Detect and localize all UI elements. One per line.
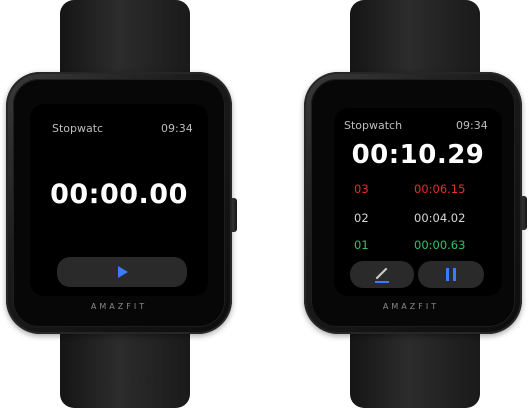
status-clock: 09:34 xyxy=(456,119,488,132)
right-watch-screen: Stopwatch 09:34 00:10.29 03 00:06.15 02 … xyxy=(334,108,502,296)
lap-number: 03 xyxy=(354,182,369,196)
stopwatch-elapsed-time: 00:10.29 xyxy=(351,140,485,170)
lap-time: 00:06.15 xyxy=(414,182,466,196)
app-title: Stopwatc xyxy=(52,122,104,135)
left-watch-brand: AMAZFIT xyxy=(90,302,148,311)
lap-time: 00:04.02 xyxy=(414,211,466,225)
stopwatch-elapsed-time: 00:00.00 xyxy=(50,179,188,210)
app-title: Stopwatch xyxy=(344,119,403,132)
play-icon xyxy=(118,266,128,278)
left-watch-screen: Stopwatc 09:34 00:00.00 xyxy=(30,104,208,296)
pen-icon xyxy=(375,267,389,283)
lap-number: 02 xyxy=(354,211,369,225)
lap-time: 00:00.63 xyxy=(414,238,466,252)
play-button[interactable] xyxy=(57,257,187,287)
status-clock: 09:34 xyxy=(161,122,193,135)
lap-number: 01 xyxy=(354,238,369,252)
lap-edit-button[interactable] xyxy=(350,261,414,288)
pause-button[interactable] xyxy=(418,261,484,288)
right-watch-brand: AMAZFIT xyxy=(382,302,440,311)
pause-icon xyxy=(446,268,456,281)
